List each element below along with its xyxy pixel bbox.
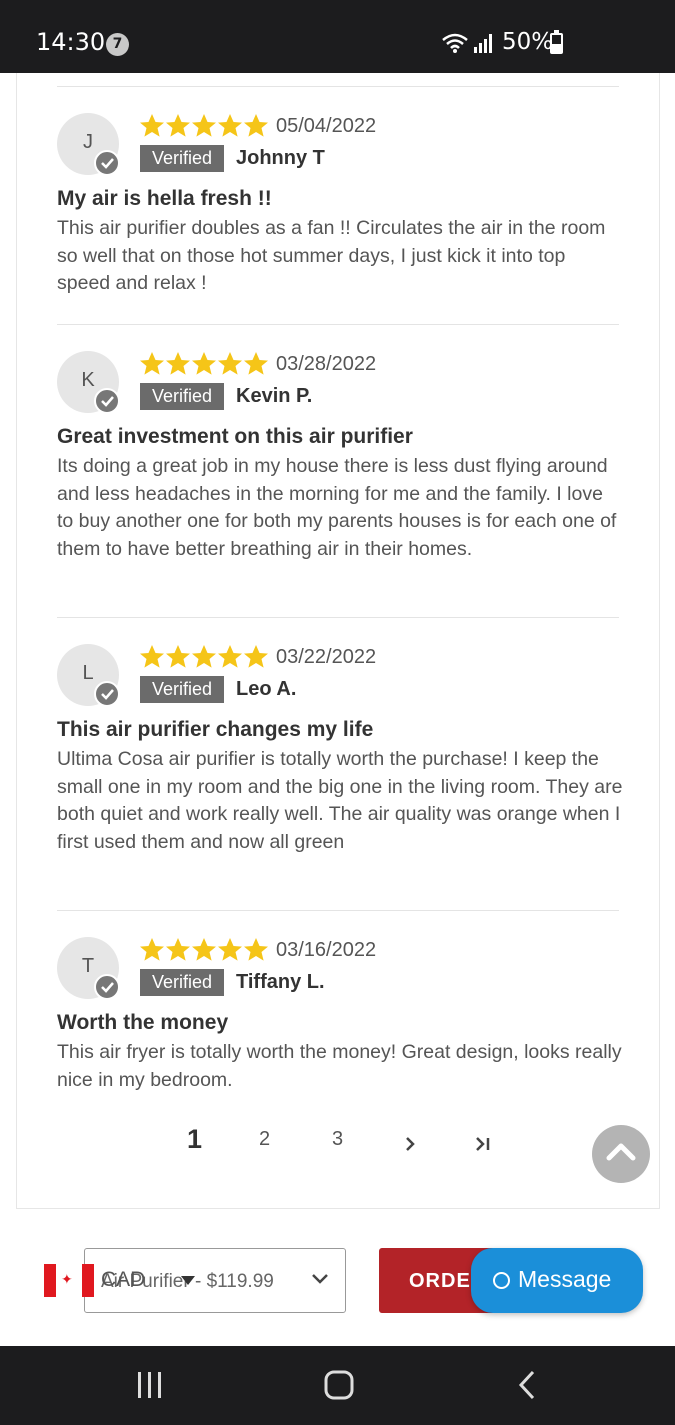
review-body: This air purifier doubles as a fan !! Ci… <box>57 217 606 294</box>
star-rating <box>139 937 269 963</box>
verified-badge: Verified <box>140 145 225 172</box>
star-icon <box>218 352 242 375</box>
status-time: 14:30 <box>36 28 106 56</box>
message-button[interactable]: Message <box>471 1248 643 1313</box>
scroll-to-top-button[interactable] <box>592 1125 650 1183</box>
verified-check-icon <box>94 388 120 414</box>
wifi-icon <box>442 33 468 53</box>
flag-stripe <box>82 1264 94 1297</box>
message-button-label: Message <box>518 1266 612 1292</box>
maple-leaf-icon: ✦ <box>61 1272 73 1288</box>
review-title: My air is hella fresh !! <box>57 187 272 210</box>
star-icon <box>140 352 164 375</box>
star-icon <box>218 114 242 137</box>
star-icon <box>244 114 268 137</box>
chevron-right-icon[interactable] <box>404 1136 416 1152</box>
star-icon <box>192 645 216 668</box>
page-link[interactable]: 3 <box>332 1128 343 1151</box>
verified-badge: Verified <box>140 383 225 410</box>
review-author: Kevin P. <box>236 385 313 407</box>
star-icon <box>244 352 268 375</box>
review-body: This air fryer is totally worth the mone… <box>57 1041 622 1091</box>
review-divider <box>57 617 619 618</box>
review-author: Tiffany L. <box>236 971 325 993</box>
star-rating <box>139 113 269 139</box>
battery-icon <box>550 30 563 54</box>
home-icon[interactable] <box>324 1370 354 1400</box>
review-date: 03/28/2022 <box>276 353 377 375</box>
review-author: Leo A. <box>236 678 297 700</box>
review-date: 03/16/2022 <box>276 939 377 961</box>
status-bar: 14:30 7 50% <box>0 0 675 73</box>
review-title: This air purifier changes my life <box>57 718 374 741</box>
verified-check-icon <box>94 681 120 707</box>
star-icon <box>166 938 190 961</box>
avatar: L <box>57 644 120 707</box>
review-title: Great investment on this air purifier <box>57 425 413 448</box>
chevron-down-icon <box>312 1274 328 1284</box>
star-icon <box>140 645 164 668</box>
page-link-current[interactable]: 1 <box>187 1124 202 1155</box>
review-body: Its doing a great job in my house there … <box>57 455 617 560</box>
canada-flag-icon[interactable]: ✦ <box>44 1264 94 1297</box>
star-icon <box>140 114 164 137</box>
verified-check-icon <box>94 150 120 176</box>
star-icon <box>166 645 190 668</box>
chat-bubble-icon <box>493 1272 510 1289</box>
last-page-icon[interactable] <box>474 1136 492 1152</box>
star-icon <box>166 352 190 375</box>
star-icon <box>140 938 164 961</box>
star-icon <box>192 938 216 961</box>
star-icon <box>218 938 242 961</box>
star-icon <box>192 352 216 375</box>
star-icon <box>244 645 268 668</box>
avatar: T <box>57 937 120 1000</box>
star-icon <box>192 114 216 137</box>
verified-badge: Verified <box>140 969 225 996</box>
review-title: Worth the money <box>57 1011 229 1034</box>
system-nav-bar <box>0 1346 675 1425</box>
star-icon <box>218 645 242 668</box>
verified-badge: Verified <box>140 676 225 703</box>
signal-icon <box>474 34 492 53</box>
pagination: 1 2 3 <box>0 1124 675 1162</box>
battery-level-fill <box>552 43 561 52</box>
verified-check-icon <box>94 974 120 1000</box>
star-rating <box>139 644 269 670</box>
review-date: 03/22/2022 <box>276 646 377 668</box>
star-icon <box>166 114 190 137</box>
review-body: Ultima Cosa air purifier is totally wort… <box>57 748 623 853</box>
caret-down-icon <box>181 1276 195 1285</box>
review-date: 05/04/2022 <box>276 115 377 137</box>
star-icon <box>244 938 268 961</box>
review-divider <box>57 86 619 87</box>
battery-percentage: 50% <box>502 29 554 55</box>
review-author: Johnny T <box>236 147 325 169</box>
review-divider <box>57 910 619 911</box>
page-link[interactable]: 2 <box>259 1128 270 1151</box>
currency-select[interactable]: CAD <box>101 1268 145 1292</box>
flag-stripe <box>44 1264 56 1297</box>
avatar: K <box>57 351 120 414</box>
notification-count-badge: 7 <box>106 33 129 56</box>
chevron-up-icon <box>606 1143 636 1161</box>
star-rating <box>139 351 269 377</box>
avatar: J <box>57 113 120 176</box>
recents-icon[interactable] <box>136 1371 164 1399</box>
review-divider <box>57 324 619 325</box>
back-icon[interactable] <box>516 1370 538 1400</box>
